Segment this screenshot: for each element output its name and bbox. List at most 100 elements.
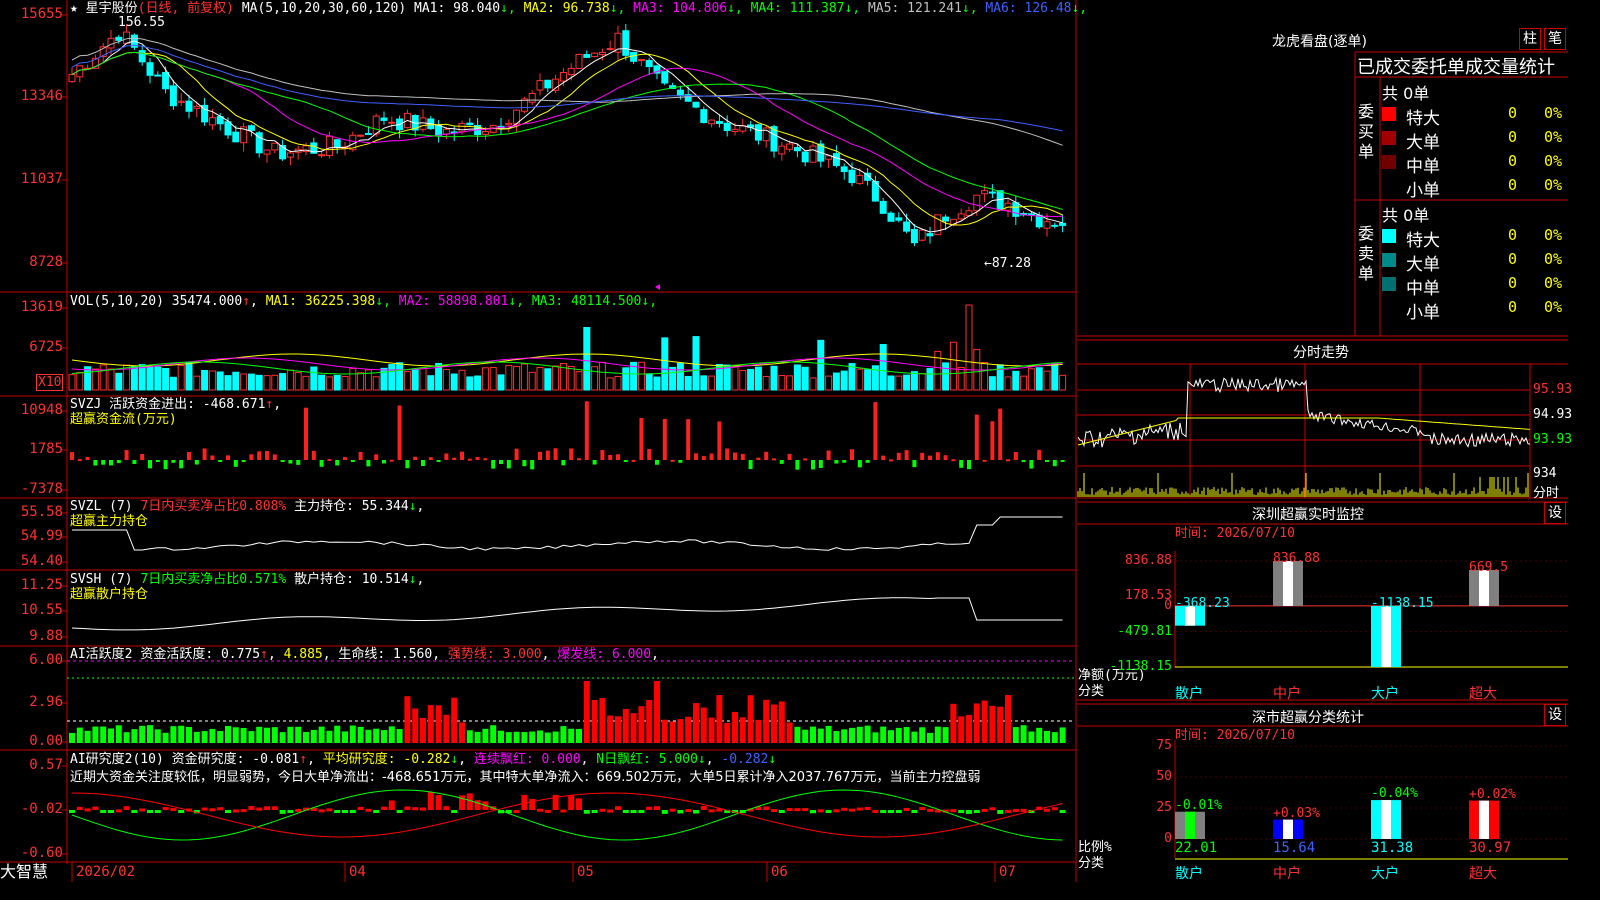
candle-body	[926, 233, 934, 237]
volume-bar	[255, 374, 263, 391]
vol-ma-values: MA1: 36225.398↓, MA2: 58898.801↓, MA3: 4…	[265, 294, 658, 309]
buy-swatch-1	[1382, 131, 1396, 145]
ai3-bar	[950, 809, 957, 813]
x-date-1: 04	[349, 864, 366, 880]
vol-unit-badge: X10	[36, 374, 64, 391]
candle-body	[793, 147, 801, 152]
ai3-bar	[880, 810, 887, 813]
candle-body	[232, 131, 240, 143]
sell-row-name-2: 中单	[1406, 279, 1440, 299]
candle-body	[536, 80, 544, 91]
ma-line-30	[71, 51, 1063, 210]
svzj-bar	[967, 460, 971, 470]
svzj-bar	[545, 450, 550, 460]
svsh-line	[71, 597, 1063, 631]
svzj-bar	[155, 460, 160, 462]
svzj-bar	[701, 456, 706, 460]
stat-settings-button[interactable]: 设	[1544, 704, 1566, 726]
volume-bar	[918, 373, 926, 391]
ai3-bar	[131, 810, 138, 813]
ai2-bar	[404, 696, 411, 743]
volume-bar	[981, 361, 989, 391]
svzj-bar	[514, 448, 519, 460]
candle-body	[903, 221, 911, 232]
ai2-bar	[435, 705, 442, 743]
svzj-bar	[421, 460, 425, 467]
ai2-bar	[895, 727, 902, 743]
bar-mode-button[interactable]: 柱	[1519, 28, 1541, 50]
volume-bar	[474, 375, 482, 391]
ai3-bar	[404, 806, 411, 810]
volume-bar	[949, 341, 957, 391]
stat-bar-hl-1	[1283, 819, 1293, 839]
dragon-tabs[interactable]: 已成交委托单成交量统计	[1357, 53, 1568, 79]
ai3-bar	[139, 808, 146, 812]
ai2-bar	[521, 732, 528, 743]
y-label-svzl-1: 54.99	[20, 528, 63, 544]
tick-mode-button[interactable]: 笔	[1544, 28, 1566, 50]
buy-swatch-2	[1382, 155, 1396, 169]
ai3-bar	[802, 808, 809, 812]
volume-bar	[427, 375, 435, 391]
svzj-bar	[374, 454, 379, 460]
ai3-bar	[232, 809, 239, 813]
ai2-bar	[591, 700, 598, 743]
candle-body	[169, 85, 177, 107]
main-header: ★ 星宇股份(日线, 前复权) MA(5,10,20,30,60,120) MA…	[70, 1, 1088, 16]
stock-name[interactable]: 星宇股份	[86, 1, 138, 16]
svzj-bar	[296, 460, 301, 465]
candle-body	[357, 134, 365, 137]
buy-row-pct-2: 0%	[1544, 152, 1563, 170]
buy-row-name-2: 中单	[1406, 157, 1440, 177]
svzj-bar	[795, 460, 800, 470]
ai3-bar	[209, 808, 216, 812]
volume-bar	[310, 366, 318, 391]
candle-body	[481, 130, 489, 135]
ai3-bar	[966, 810, 972, 814]
svzj-bar	[257, 451, 262, 460]
stat-value-3: 30.97	[1469, 840, 1512, 856]
sell-row-val-1: 0	[1508, 250, 1518, 268]
buy-row-name-1: 大单	[1406, 133, 1440, 153]
buy-row-pct-0: 0%	[1544, 104, 1563, 122]
ai2-bar	[872, 732, 879, 743]
svzj-bar	[436, 460, 441, 462]
ai2-bar	[427, 705, 434, 743]
svzj-bar	[202, 448, 207, 460]
volume-bar	[162, 367, 170, 391]
mon-bar-hl-3	[1479, 569, 1489, 606]
ma-values: MA1: 98.040↓, MA2: 96.738↓, MA3: 104.806…	[414, 1, 1088, 16]
volume-bar	[926, 368, 934, 391]
svzj-bar	[655, 460, 659, 465]
ai2-bar	[552, 731, 559, 743]
volume-bar	[708, 375, 716, 391]
intraday-title: 分时走势	[1293, 345, 1349, 361]
svzj-bar	[873, 402, 878, 460]
ai3-bar	[466, 793, 473, 810]
ai3-bar	[708, 809, 715, 813]
volume-bar	[1012, 370, 1020, 391]
ai3-bar	[1044, 808, 1050, 812]
volume-bar	[115, 372, 123, 391]
svzj-bar	[1013, 452, 1018, 460]
monitor-settings-button[interactable]: 设	[1544, 502, 1566, 524]
y-label-main-1: 13346	[20, 88, 63, 104]
ai3-bar	[420, 807, 426, 811]
volume-bar	[864, 369, 872, 391]
ai2-bar	[498, 730, 504, 743]
ai2-bar	[420, 717, 426, 743]
ai2-bar	[318, 726, 325, 743]
svzj-bar	[740, 453, 745, 460]
svsh-header: SVSH (7) 7日内买卖净占比0.571% 散户持仓: 10.514↓,	[70, 572, 425, 587]
candle-body	[567, 67, 575, 76]
candle-body	[115, 36, 123, 41]
candle-body	[895, 217, 903, 221]
ai2-bar	[849, 727, 855, 743]
ai3-bar	[513, 809, 520, 813]
volume-bar	[318, 374, 326, 391]
svzj-bar	[920, 452, 925, 460]
ai3-bar	[833, 809, 840, 813]
svzj-bar	[124, 450, 129, 460]
stat-change-3: +0.02%	[1469, 786, 1516, 802]
ai2-bar	[755, 719, 762, 743]
